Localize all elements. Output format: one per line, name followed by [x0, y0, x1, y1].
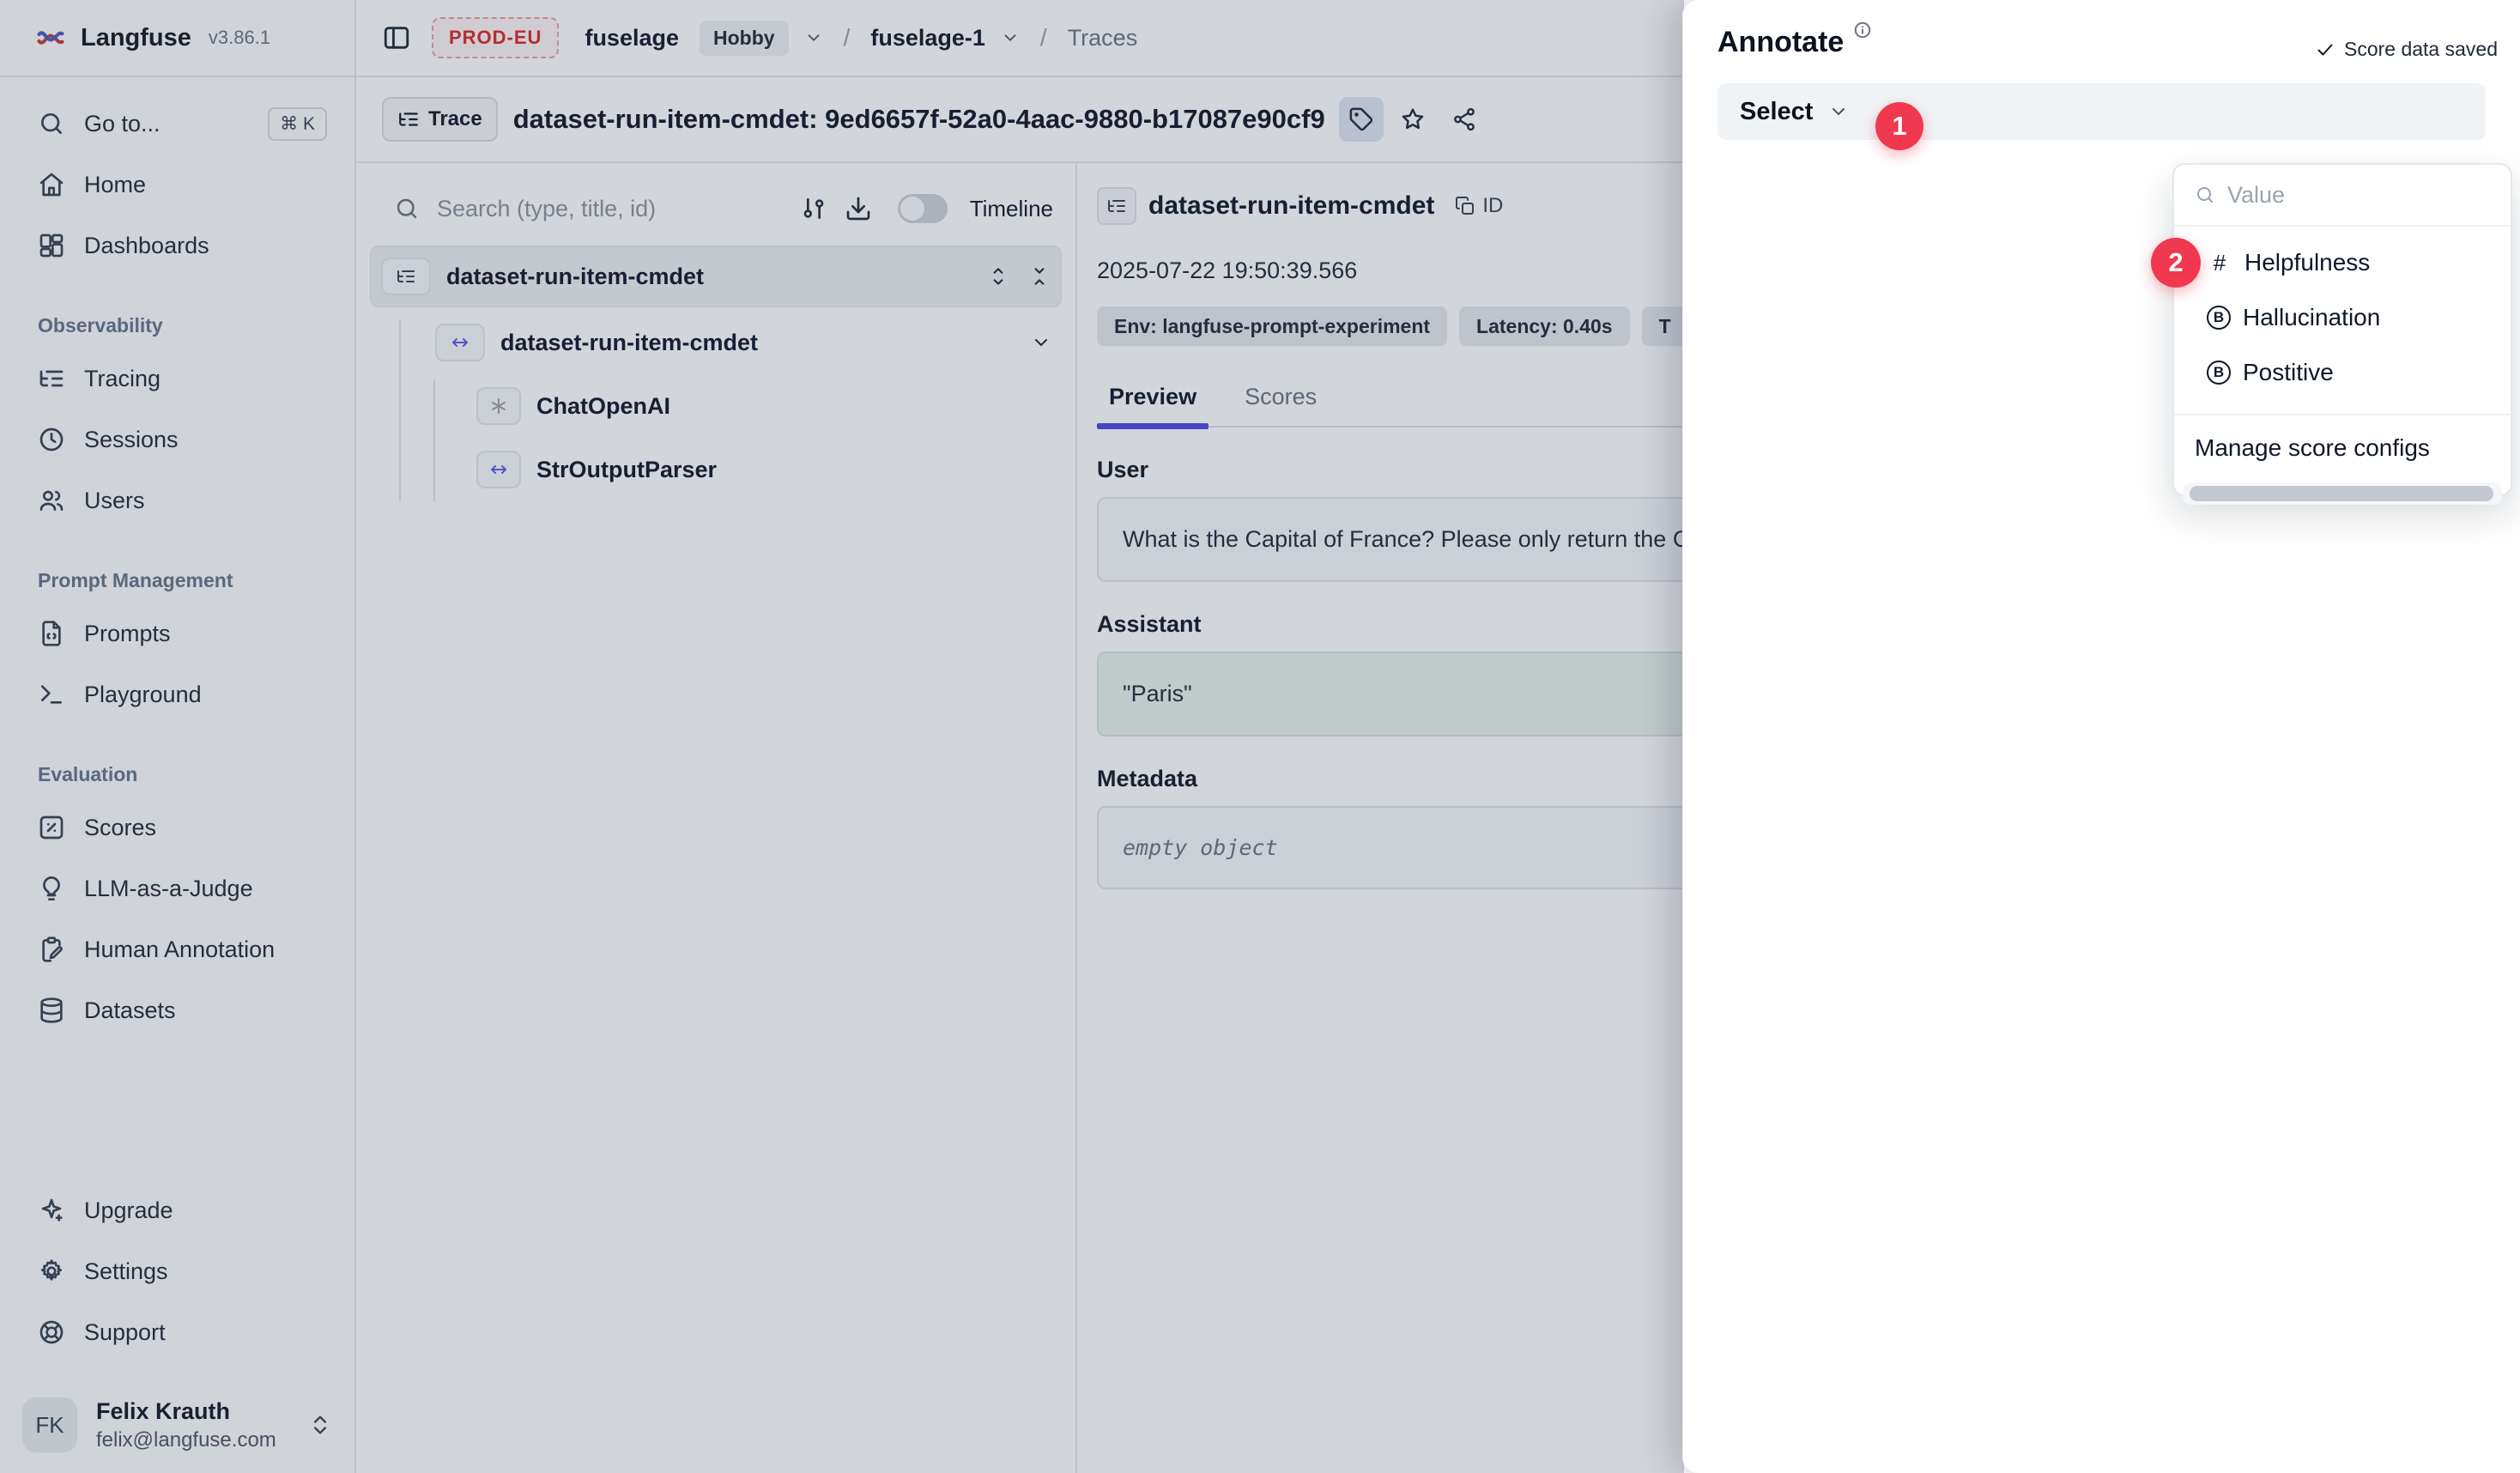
- numeric-type-icon: #: [2207, 250, 2232, 276]
- annotate-drawer: Annotate Score data saved Select 1 # He: [1682, 0, 2520, 1473]
- dropdown-divider: [2174, 414, 2511, 415]
- langfuse-app: Langfuse v3.86.1 Go to... ⌘ K Home Dashb…: [0, 0, 2520, 1473]
- score-saved-status: Score data saved: [2315, 38, 2498, 61]
- info-icon[interactable]: [1853, 21, 1872, 39]
- dropdown-scrollbar-track: [2183, 482, 2502, 505]
- score-option-hallucination[interactable]: B Hallucination: [2174, 290, 2511, 345]
- tutorial-marker-1: 1: [1875, 102, 1923, 150]
- boolean-type-icon: B: [2207, 306, 2231, 330]
- dropdown-search-row: [2174, 165, 2511, 227]
- dropdown-scrollbar-thumb[interactable]: [2190, 486, 2493, 501]
- score-option-postitive[interactable]: B Postitive: [2174, 345, 2511, 400]
- score-option-label: Helpfulness: [2244, 249, 2370, 276]
- score-saved-label: Score data saved: [2344, 38, 2498, 61]
- score-select-trigger[interactable]: Select: [1717, 83, 2486, 140]
- select-label: Select: [1740, 98, 1813, 126]
- manage-score-configs-link[interactable]: Manage score configs: [2174, 421, 2511, 476]
- score-search-input[interactable]: [2227, 182, 2468, 209]
- score-option-helpfulness[interactable]: # Helpfulness 2: [2174, 235, 2511, 290]
- score-config-dropdown: # Helpfulness 2 B Hallucination B Postit…: [2172, 163, 2512, 496]
- score-option-label: Hallucination: [2243, 304, 2380, 331]
- check-icon: [2315, 39, 2335, 60]
- annotate-title: Annotate: [1717, 26, 1844, 59]
- boolean-type-icon: B: [2207, 361, 2231, 385]
- dropdown-items: # Helpfulness 2 B Hallucination B Postit…: [2174, 227, 2511, 409]
- chevron-down-icon: [1828, 101, 1849, 122]
- search-icon: [2195, 185, 2215, 205]
- score-option-label: Postitive: [2243, 359, 2334, 386]
- annotate-header: Annotate Score data saved: [1683, 0, 2520, 59]
- tutorial-marker-2: 2: [2151, 238, 2201, 288]
- dim-overlay: [0, 0, 1684, 1473]
